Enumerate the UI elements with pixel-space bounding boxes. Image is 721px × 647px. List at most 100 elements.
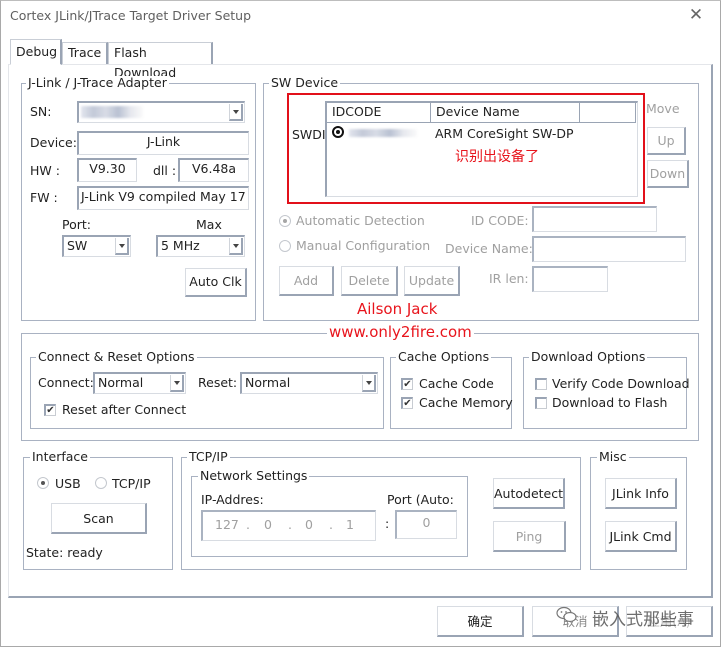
verify-code-download-checkbox[interactable] (535, 378, 547, 390)
ip-octet-1: 127 (215, 517, 239, 532)
port-auto-label: Port (Auto: (387, 492, 454, 507)
move-down-button[interactable]: Down (647, 160, 689, 188)
port-value: SW (67, 238, 88, 253)
ip-octet-2: 0 (264, 517, 272, 532)
usb-label[interactable]: USB (55, 476, 81, 492)
verify-code-download-label[interactable]: Verify Code Download (552, 376, 690, 392)
ok-button[interactable]: 确定 (437, 606, 524, 637)
adapter-legend: J-Link / J-Trace Adapter (26, 75, 169, 90)
manual-configuration-label[interactable]: Manual Configuration (296, 238, 430, 254)
reset-select[interactable]: Normal (240, 372, 378, 394)
download-to-flash-checkbox[interactable] (535, 397, 547, 409)
reset-after-connect-label[interactable]: Reset after Connect (62, 402, 186, 418)
fw-label: FW : (30, 190, 58, 205)
reset-label: Reset: (198, 375, 238, 390)
misc-group (590, 457, 687, 570)
add-button[interactable]: Add (279, 266, 334, 296)
reset-after-connect-checkbox[interactable]: ✔ (44, 404, 56, 416)
tab-debug[interactable]: Debug (10, 39, 62, 65)
id-code-input[interactable] (532, 206, 657, 232)
download-options-group (523, 357, 687, 429)
max-clock-value: 5 MHz (161, 238, 200, 253)
download-to-flash-label[interactable]: Download to Flash (552, 395, 667, 411)
window-title: Cortex JLink/JTrace Target Driver Setup (10, 8, 252, 23)
cache-memory-checkbox[interactable]: ✔ (401, 397, 413, 409)
ping-button[interactable]: Ping (493, 521, 566, 552)
port-input[interactable]: 0 (395, 510, 457, 539)
port-label: Port: (62, 217, 91, 232)
jlink-info-button[interactable]: JLink Info (605, 478, 677, 509)
scan-button[interactable]: Scan (51, 503, 147, 534)
download-options-legend: Download Options (529, 349, 648, 364)
connect-value: Normal (98, 375, 144, 390)
usb-radio[interactable] (37, 477, 49, 489)
state-text: State: ready (26, 545, 103, 560)
ip-octet-3: 0 (305, 517, 313, 532)
reset-value: Normal (245, 375, 291, 390)
port-colon: : (385, 516, 390, 531)
cache-code-label[interactable]: Cache Code (419, 376, 494, 392)
author-overlay: Ailson Jack (357, 300, 438, 318)
ir-len-label: IR len: (489, 271, 529, 286)
ip-address-label: IP-Addres: (201, 492, 264, 507)
hw-label: HW : (30, 163, 60, 178)
cache-memory-label[interactable]: Cache Memory (419, 395, 513, 411)
move-label: Move (646, 101, 680, 116)
ir-len-input[interactable] (532, 266, 608, 292)
fw-field: J-Link V9 compiled May 17 2 (77, 186, 249, 210)
website-overlay: www.only2fire.com (327, 323, 474, 341)
tab-flash-download[interactable]: Flash Download (108, 42, 213, 80)
tab-trace[interactable]: Trace (62, 42, 108, 64)
connect-select[interactable]: Normal (93, 372, 186, 394)
ip-octet-4: 1 (346, 517, 354, 532)
annotation-detected: 识别出设备了 (455, 149, 539, 165)
ip-dot: . (246, 517, 250, 532)
sw-device-legend: SW Device (269, 75, 341, 90)
automatic-detection-label[interactable]: Automatic Detection (296, 213, 425, 229)
jlink-cmd-button[interactable]: JLink Cmd (605, 521, 677, 552)
id-code-label: ID CODE: (471, 213, 529, 228)
tcpip-radio[interactable] (95, 477, 107, 489)
manual-configuration-radio[interactable] (279, 240, 291, 252)
sn-value-blurred (81, 106, 143, 118)
cache-options-legend: Cache Options (396, 349, 492, 364)
wechat-icon (556, 606, 578, 624)
move-up-button[interactable]: Up (647, 127, 686, 155)
ip-dot: . (288, 517, 292, 532)
update-button[interactable]: Update (404, 266, 460, 296)
auto-clk-button[interactable]: Auto Clk (185, 268, 247, 297)
delete-button[interactable]: Delete (341, 266, 398, 296)
device-name-input[interactable] (532, 236, 686, 262)
automatic-detection-radio[interactable] (279, 215, 291, 227)
hw-field: V9.30 (77, 158, 137, 182)
dll-label: dll : (153, 163, 177, 178)
port-select[interactable]: SW (62, 235, 131, 257)
cache-options-group (390, 357, 512, 429)
ip-dot: . (329, 517, 333, 532)
chevron-down-icon[interactable] (170, 375, 184, 392)
misc-legend: Misc (597, 449, 629, 464)
tcpip-legend: TCP/IP (187, 449, 230, 464)
cache-code-checkbox[interactable]: ✔ (401, 378, 413, 390)
connect-reset-legend: Connect & Reset Options (36, 349, 197, 364)
network-settings-legend: Network Settings (198, 468, 310, 483)
sn-label: SN: (30, 104, 52, 119)
device-field: J-Link (77, 131, 249, 155)
dll-field: V6.48a (178, 158, 249, 182)
chevron-down-icon[interactable] (229, 104, 243, 121)
max-clock-select[interactable]: 5 MHz (156, 235, 245, 257)
interface-legend: Interface (30, 449, 90, 464)
connect-label: Connect: (38, 375, 94, 390)
autodetect-button[interactable]: Autodetect (493, 478, 565, 509)
device-name-label: Device Name: (445, 241, 533, 256)
watermark-text: 嵌入式那些事 (592, 610, 694, 630)
sn-select[interactable] (77, 101, 245, 123)
close-icon[interactable]: ✕ (686, 5, 706, 25)
chevron-down-icon[interactable] (115, 238, 129, 255)
chevron-down-icon[interactable] (229, 238, 243, 255)
chevron-down-icon[interactable] (362, 375, 376, 392)
device-label: Device: (30, 135, 77, 150)
tcpip-label[interactable]: TCP/IP (112, 476, 151, 492)
ip-address-input[interactable]: 127 . 0 . 0 . 1 (201, 510, 376, 541)
max-label: Max (196, 217, 222, 232)
